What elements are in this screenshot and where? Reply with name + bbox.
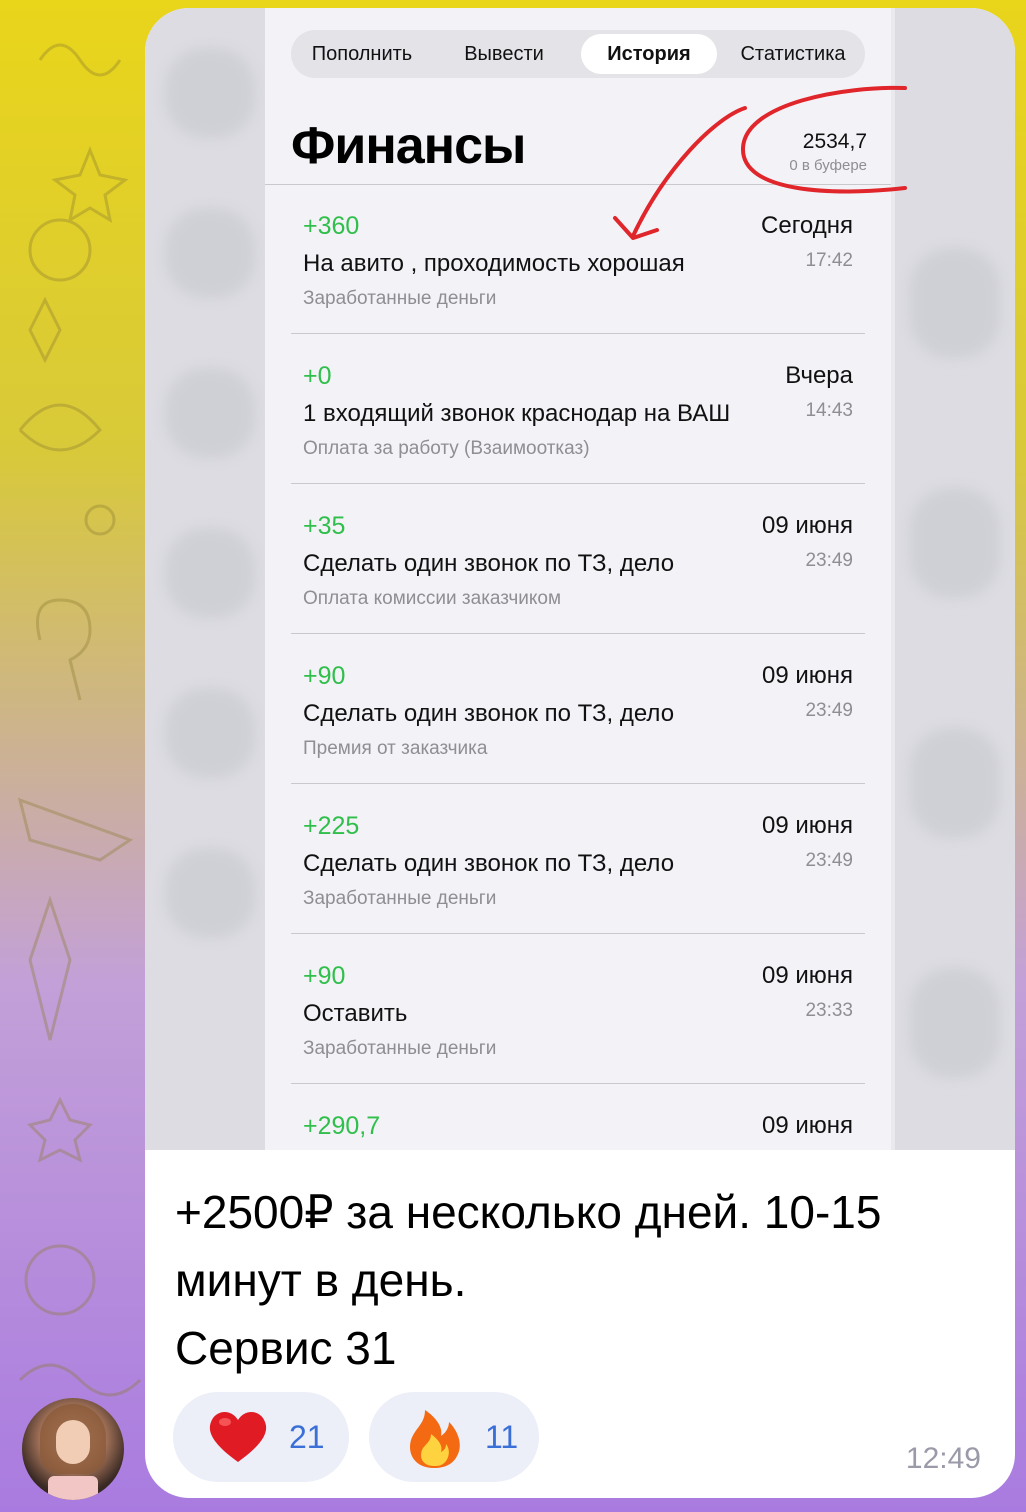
transaction-description: Сделать один звонок по ТЗ, дело <box>303 550 675 577</box>
transaction-date: 09 июня <box>761 812 853 839</box>
transaction-date: 09 июня <box>761 662 853 689</box>
tab-history[interactable]: История <box>581 34 717 74</box>
buffer-amount: 0 в буфере <box>789 157 867 174</box>
transaction-description: На авито , проходимость хорошая <box>303 250 685 277</box>
transaction-amount: +35 <box>303 512 346 540</box>
transaction-amount: +290,7 <box>303 1112 381 1140</box>
transaction-category: Заработанные деньги <box>303 288 497 309</box>
message-line: минут в день. <box>175 1254 467 1306</box>
transaction-description: 1 входящий звонок краснодар на ВАШ <box>303 400 731 427</box>
transaction-category: Оплата комиссии заказчиком <box>303 588 562 609</box>
transaction-description: Сделать один звонок по ТЗ, дело <box>303 850 675 877</box>
reaction-heart[interactable]: 21 <box>173 1392 349 1482</box>
transaction-row[interactable]: +90 Сделать один звонок по ТЗ, дело Прем… <box>291 634 865 784</box>
transaction-row[interactable]: +360 На авито , проходимость хорошая Зар… <box>291 184 865 334</box>
message-line: +2500₽ за несколько дней. 10-15 <box>175 1186 882 1238</box>
transaction-time: 17:42 <box>805 250 853 271</box>
fire-icon <box>409 1410 460 1468</box>
transaction-time: 14:43 <box>805 400 853 421</box>
reaction-count: 11 <box>485 1418 519 1455</box>
reaction-fire[interactable]: 11 <box>369 1392 539 1482</box>
heart-icon <box>209 1411 267 1462</box>
transaction-amount: +360 <box>303 212 360 240</box>
transaction-category: Заработанные деньги <box>303 888 497 909</box>
transaction-date: 09 июня <box>761 512 853 539</box>
avatar[interactable] <box>22 1398 124 1500</box>
message-bubble: Пополнить Вывести История Статистика Фин… <box>145 8 1015 1498</box>
message-line: Сервис 31 <box>175 1322 397 1374</box>
transaction-description: Сделать один звонок по ТЗ, дело <box>303 700 675 727</box>
transaction-category: Оплата за работу (Взаимоотказ) <box>303 438 590 459</box>
blurred-background-left <box>145 8 265 1150</box>
finance-screenshot: Пополнить Вывести История Статистика Фин… <box>145 8 1015 1150</box>
tab-withdraw[interactable]: Вывести <box>437 34 571 74</box>
balance-amount: 2534,7 <box>802 130 867 153</box>
message-text: +2500₽ за несколько дней. 10-15 минут в … <box>175 1178 995 1382</box>
transaction-date: Вчера <box>785 362 853 389</box>
segmented-control: Пополнить Вывести История Статистика <box>291 30 865 78</box>
transaction-date: Сегодня <box>761 212 853 239</box>
transaction-description: Оставить <box>303 1000 408 1027</box>
transaction-row[interactable]: +290,7 09 июня <box>291 1084 865 1150</box>
transaction-amount: +225 <box>303 812 360 840</box>
transaction-time: 23:49 <box>805 700 853 721</box>
transaction-row[interactable]: +35 Сделать один звонок по ТЗ, дело Опла… <box>291 484 865 634</box>
transaction-category: Заработанные деньги <box>303 1038 497 1059</box>
transaction-date: 09 июня <box>761 1112 853 1139</box>
transaction-time: 23:33 <box>805 1000 853 1021</box>
transaction-time: 23:49 <box>805 550 853 571</box>
finance-panel: Пополнить Вывести История Статистика Фин… <box>265 8 891 1150</box>
transaction-amount: +90 <box>303 662 346 690</box>
page-title: Финансы <box>291 117 526 175</box>
transaction-row[interactable]: +225 Сделать один звонок по ТЗ, дело Зар… <box>291 784 865 934</box>
blurred-background-right <box>895 8 1015 1150</box>
message-time: 12:49 <box>905 1442 981 1475</box>
transaction-amount: +0 <box>303 362 332 390</box>
tab-deposit[interactable]: Пополнить <box>295 34 429 74</box>
background-doodles <box>17 43 142 1397</box>
reaction-count: 21 <box>289 1418 325 1455</box>
balance-block: 2534,7 0 в буфере <box>789 130 867 174</box>
tab-statistics[interactable]: Статистика <box>725 34 861 74</box>
transaction-amount: +90 <box>303 962 346 990</box>
transaction-row[interactable]: +0 1 входящий звонок краснодар на ВАШ Оп… <box>291 334 865 484</box>
transaction-row[interactable]: +90 Оставить Заработанные деньги 09 июня… <box>291 934 865 1084</box>
transaction-date: 09 июня <box>761 962 853 989</box>
transaction-time: 23:49 <box>805 850 853 871</box>
transaction-category: Премия от заказчика <box>303 738 488 759</box>
